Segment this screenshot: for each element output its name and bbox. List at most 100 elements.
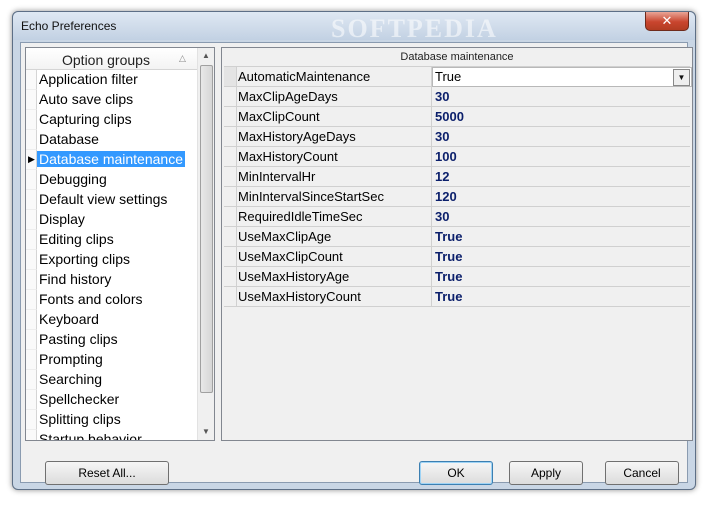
property-value[interactable]: True: [435, 69, 461, 84]
property-value[interactable]: True: [435, 229, 462, 244]
property-value[interactable]: True: [435, 269, 462, 284]
scrollbar-thumb[interactable]: [200, 65, 213, 393]
apply-button[interactable]: Apply: [509, 461, 583, 485]
option-group-item[interactable]: Application filter: [26, 70, 198, 90]
sort-ascending-icon: △: [179, 53, 186, 63]
option-group-item[interactable]: Keyboard: [26, 310, 198, 330]
option-group-item[interactable]: Find history: [26, 270, 198, 290]
option-group-label: Prompting: [39, 351, 103, 367]
option-group-item[interactable]: Auto save clips: [26, 90, 198, 110]
chevron-down-icon[interactable]: ▼: [673, 69, 690, 86]
option-group-item[interactable]: Startup behavior: [26, 430, 198, 440]
property-row[interactable]: MinIntervalSinceStartSec 120: [224, 187, 690, 207]
reset-all-button[interactable]: Reset All...: [45, 461, 169, 485]
property-row[interactable]: RequiredIdleTimeSec 30: [224, 207, 690, 227]
property-value[interactable]: 30: [435, 209, 449, 224]
option-group-item[interactable]: Prompting: [26, 350, 198, 370]
property-row[interactable]: MaxClipAgeDays 30: [224, 87, 690, 107]
property-name: RequiredIdleTimeSec: [238, 209, 363, 224]
list-scrollbar[interactable]: ▲ ▼: [197, 48, 214, 440]
row-marker: [26, 170, 37, 190]
row-marker: [26, 430, 37, 440]
option-group-label: Fonts and colors: [39, 291, 143, 307]
option-group-item[interactable]: Default view settings: [26, 190, 198, 210]
property-value[interactable]: 30: [435, 129, 449, 144]
property-grid: AutomaticMaintenance ▼ True MaxClipAgeDays 3…: [224, 66, 692, 307]
column-divider: [431, 107, 432, 126]
option-groups-header[interactable]: Option groups △: [26, 48, 198, 70]
option-group-item[interactable]: ▶ Database maintenance: [26, 150, 198, 170]
property-value[interactable]: True: [435, 289, 462, 304]
property-name: MinIntervalHr: [238, 169, 316, 184]
scroll-up-icon[interactable]: ▲: [198, 48, 214, 64]
option-group-item[interactable]: Exporting clips: [26, 250, 198, 270]
option-group-label: Debugging: [39, 171, 107, 187]
close-button[interactable]: ✕: [645, 12, 689, 31]
row-marker: [26, 90, 37, 110]
property-name: MaxClipCount: [238, 109, 320, 124]
row-marker: [26, 390, 37, 410]
value-dropdown[interactable]: ▼: [432, 67, 692, 87]
option-group-item[interactable]: Searching: [26, 370, 198, 390]
column-divider: [431, 147, 432, 166]
current-row-arrow-icon: ▶: [28, 154, 35, 164]
property-row[interactable]: UseMaxHistoryAge True: [224, 267, 690, 287]
property-row[interactable]: AutomaticMaintenance ▼ True: [224, 67, 692, 87]
row-marker: [26, 130, 37, 150]
row-marker: [26, 210, 37, 230]
property-value[interactable]: 120: [435, 189, 457, 204]
property-row[interactable]: MaxHistoryAgeDays 30: [224, 127, 690, 147]
row-handle: [224, 287, 237, 306]
property-name: MaxHistoryCount: [238, 149, 338, 164]
row-marker: [26, 110, 37, 130]
property-value[interactable]: 100: [435, 149, 457, 164]
option-group-label: Find history: [39, 271, 112, 287]
property-value[interactable]: 12: [435, 169, 449, 184]
property-value[interactable]: 5000: [435, 109, 464, 124]
option-group-item[interactable]: Fonts and colors: [26, 290, 198, 310]
option-group-item[interactable]: Capturing clips: [26, 110, 198, 130]
property-value[interactable]: True: [435, 249, 462, 264]
option-group-label: Database: [39, 131, 99, 147]
cancel-button[interactable]: Cancel: [605, 461, 679, 485]
scroll-down-icon[interactable]: ▼: [198, 424, 214, 440]
option-group-label: Editing clips: [39, 231, 114, 247]
option-groups-list[interactable]: Option groups △ Application filter Auto s…: [25, 47, 215, 441]
option-group-item[interactable]: Pasting clips: [26, 330, 198, 350]
ok-label: OK: [447, 466, 465, 480]
row-marker: [26, 350, 37, 370]
ok-button[interactable]: OK: [419, 461, 493, 485]
option-group-item[interactable]: Splitting clips: [26, 410, 198, 430]
option-group-label: Default view settings: [39, 191, 168, 207]
property-value[interactable]: 30: [435, 89, 449, 104]
option-group-item[interactable]: Display: [26, 210, 198, 230]
row-handle: [224, 167, 237, 186]
property-name: UseMaxClipAge: [238, 229, 332, 244]
property-row[interactable]: MaxClipCount 5000: [224, 107, 690, 127]
option-group-label: Application filter: [39, 71, 138, 87]
option-group-label: Display: [39, 211, 85, 227]
property-row[interactable]: MinIntervalHr 12: [224, 167, 690, 187]
column-divider: [431, 247, 432, 266]
option-group-item[interactable]: Debugging: [26, 170, 198, 190]
property-row[interactable]: UseMaxClipCount True: [224, 247, 690, 267]
property-row[interactable]: UseMaxHistoryCount True: [224, 287, 690, 307]
option-group-item[interactable]: Database: [26, 130, 198, 150]
row-marker: [26, 190, 37, 210]
reset-all-label: Reset All...: [78, 466, 136, 480]
row-marker: [26, 310, 37, 330]
title-bar[interactable]: Echo Preferences SOFTPEDIA ✕: [13, 12, 695, 43]
option-groups-header-label: Option groups: [62, 52, 150, 68]
row-handle: [224, 267, 237, 286]
row-handle: [224, 227, 237, 246]
watermark-logo: SOFTPEDIA: [331, 14, 498, 43]
option-group-item[interactable]: Editing clips: [26, 230, 198, 250]
option-group-item[interactable]: Spellchecker: [26, 390, 198, 410]
dialog-body: Option groups △ Application filter Auto s…: [20, 42, 693, 485]
property-row[interactable]: MaxHistoryCount 100: [224, 147, 690, 167]
row-marker: [26, 370, 37, 390]
property-row[interactable]: UseMaxClipAge True: [224, 227, 690, 247]
row-marker: [26, 250, 37, 270]
column-divider: [431, 207, 432, 226]
row-marker: [26, 290, 37, 310]
